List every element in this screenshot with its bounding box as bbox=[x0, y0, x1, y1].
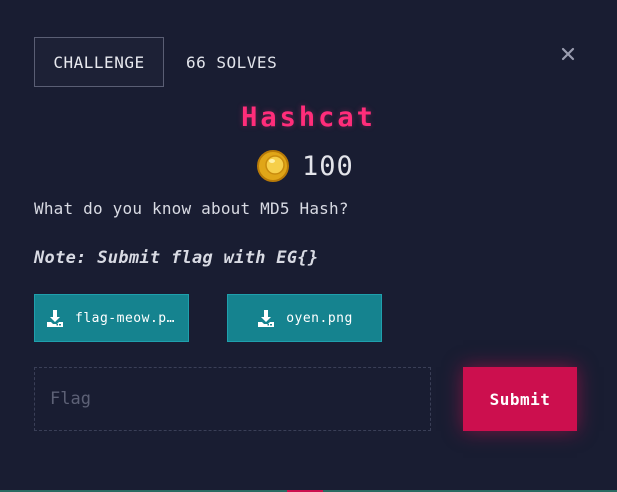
flag-input[interactable] bbox=[34, 367, 431, 431]
download-icon bbox=[258, 310, 275, 327]
points-value: 100 bbox=[302, 150, 354, 182]
challenge-title: Hashcat bbox=[241, 102, 376, 133]
challenge-note: Note: Submit flag with EG{} bbox=[34, 248, 319, 268]
tab-challenge[interactable]: CHALLENGE bbox=[34, 37, 164, 87]
close-icon[interactable] bbox=[561, 47, 575, 61]
challenge-points: 100 bbox=[256, 148, 354, 184]
file-name: oyen.png bbox=[286, 310, 353, 326]
close-button[interactable] bbox=[557, 43, 579, 65]
file-download-button[interactable]: flag-meow.p… bbox=[34, 294, 189, 342]
coin-icon bbox=[257, 150, 289, 182]
download-icon bbox=[47, 310, 63, 327]
file-download-button[interactable]: oyen.png bbox=[227, 294, 382, 342]
submit-button[interactable]: Submit bbox=[463, 367, 577, 431]
tab-solves[interactable]: 66 SOLVES bbox=[186, 37, 277, 87]
file-name: flag-meow.p… bbox=[75, 310, 175, 326]
challenge-description: What do you know about MD5 Hash? bbox=[34, 199, 349, 218]
challenge-modal: CHALLENGE 66 SOLVES Hashcat 100 What do … bbox=[0, 0, 617, 490]
